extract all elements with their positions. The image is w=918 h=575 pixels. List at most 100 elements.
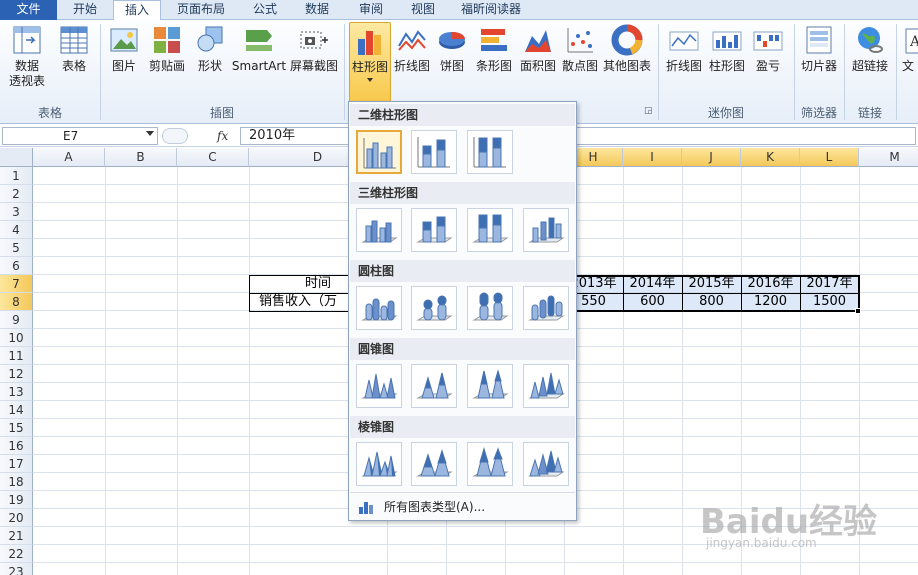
watermark-url: jingyan.baidu.com	[706, 536, 817, 550]
cell-k7[interactable]: 2016年	[741, 275, 800, 293]
scatter-chart-button[interactable]: 散点图	[560, 24, 600, 74]
tab-data[interactable]: 数据	[289, 0, 345, 20]
grid-line	[623, 167, 624, 575]
tab-insert[interactable]: 插入	[113, 0, 161, 21]
column-header-m[interactable]: M	[859, 148, 918, 167]
tab-home[interactable]: 开始	[57, 0, 113, 20]
select-all-corner[interactable]	[0, 148, 33, 167]
bar-chart-button[interactable]: 条形图	[474, 24, 514, 74]
column-header-b[interactable]: B	[105, 148, 177, 167]
column-header-a[interactable]: A	[33, 148, 105, 167]
pivot-table-button[interactable]: 数据 透视表	[4, 24, 50, 89]
row-header-7[interactable]: 7	[0, 275, 33, 293]
row-header-19[interactable]: 19	[0, 491, 33, 509]
column-header-i[interactable]: I	[623, 148, 682, 167]
cell-i8[interactable]: 600	[623, 293, 682, 311]
tab-formulas[interactable]: 公式	[241, 0, 289, 20]
chart-3d-cone[interactable]	[523, 364, 569, 408]
picture-button[interactable]: 图片	[104, 24, 144, 74]
sparkline-column-button[interactable]: 柱形图	[706, 24, 748, 74]
chart-clustered-cylinder[interactable]	[356, 286, 402, 330]
sparkline-winloss-button[interactable]: 盈亏	[750, 24, 786, 74]
chart-3d-stacked-column[interactable]	[411, 208, 457, 252]
cell-l8[interactable]: 1500	[800, 293, 859, 311]
smartart-button[interactable]: SmartArt	[231, 24, 287, 74]
row-header-20[interactable]: 20	[0, 509, 33, 527]
shapes-button[interactable]: 形状	[190, 24, 230, 74]
cell-j7[interactable]: 2015年	[682, 275, 741, 293]
chart-3d-pyramid[interactable]	[523, 442, 569, 486]
chart-stacked-pyramid[interactable]	[411, 442, 457, 486]
tab-foxit-reader[interactable]: 福昕阅读器	[449, 0, 533, 20]
sparkline-line-button[interactable]: 折线图	[662, 24, 706, 74]
hyperlink-button[interactable]: 超链接	[848, 24, 892, 74]
row-header-1[interactable]: 1	[0, 167, 33, 185]
formula-input[interactable]: 2010年	[240, 127, 916, 145]
chart-clustered-cone[interactable]	[356, 364, 402, 408]
cell-l7[interactable]: 2017年	[800, 275, 859, 293]
column-header-k[interactable]: K	[741, 148, 800, 167]
line-chart-button[interactable]: 折线图	[392, 24, 432, 74]
clustered-column-icon	[363, 138, 396, 169]
row-header-5[interactable]: 5	[0, 239, 33, 257]
all-chart-types-link[interactable]: 所有图表类型(A)...	[350, 492, 575, 520]
row-header-18[interactable]: 18	[0, 473, 33, 491]
column-header-c[interactable]: C	[177, 148, 249, 167]
row-header-8[interactable]: 8	[0, 293, 33, 311]
cell-k8[interactable]: 1200	[741, 293, 800, 311]
chart-stacked-cylinder[interactable]	[411, 286, 457, 330]
row-header-6[interactable]: 6	[0, 257, 33, 275]
chart-3d-clustered-column[interactable]	[356, 208, 402, 252]
tab-file[interactable]: 文件	[0, 0, 57, 20]
column-header-j[interactable]: J	[682, 148, 741, 167]
name-box[interactable]: E7	[2, 127, 158, 145]
chart-3d-100-stacked-column[interactable]	[467, 208, 513, 252]
row-header-12[interactable]: 12	[0, 365, 33, 383]
clipart-button[interactable]: 剪贴画	[146, 24, 188, 74]
group-divider	[896, 24, 897, 120]
name-box-chevron-icon[interactable]	[146, 131, 154, 136]
column-header-l[interactable]: L	[800, 148, 859, 167]
chart-3d-column[interactable]	[523, 208, 569, 252]
chart-3d-cylinder[interactable]	[523, 286, 569, 330]
pie-chart-label: 饼图	[439, 59, 464, 73]
dialog-launcher-icon[interactable]: ◲	[644, 106, 653, 116]
row-header-21[interactable]: 21	[0, 527, 33, 545]
row-header-3[interactable]: 3	[0, 203, 33, 221]
pie-chart-button[interactable]: 饼图	[434, 24, 470, 74]
row-header-23[interactable]: 23	[0, 563, 33, 575]
insert-function-icon[interactable]: fx	[217, 129, 228, 143]
other-charts-button[interactable]: 其他图表	[601, 24, 653, 74]
area-chart-button[interactable]: 面积图	[517, 24, 559, 74]
screenshot-button[interactable]: 屏幕截图	[288, 24, 340, 74]
cell-j8[interactable]: 800	[682, 293, 741, 311]
row-header-15[interactable]: 15	[0, 419, 33, 437]
tab-view[interactable]: 视图	[397, 0, 449, 20]
chart-100-stacked-cylinder[interactable]	[467, 286, 513, 330]
chart-2d-100-stacked-column[interactable]	[467, 130, 513, 174]
row-header-10[interactable]: 10	[0, 329, 33, 347]
tab-page-layout[interactable]: 页面布局	[161, 0, 241, 20]
formula-bar-toggle[interactable]	[162, 128, 188, 144]
table-button[interactable]: 表格	[52, 24, 96, 74]
chart-100-stacked-pyramid[interactable]	[467, 442, 513, 486]
chart-clustered-pyramid[interactable]	[356, 442, 402, 486]
chart-100-stacked-cone[interactable]	[467, 364, 513, 408]
chart-stacked-cone[interactable]	[411, 364, 457, 408]
cell-i7[interactable]: 2014年	[623, 275, 682, 293]
chart-2d-stacked-column[interactable]	[411, 130, 457, 174]
row-header-11[interactable]: 11	[0, 347, 33, 365]
row-header-22[interactable]: 22	[0, 545, 33, 563]
row-header-14[interactable]: 14	[0, 401, 33, 419]
row-header-4[interactable]: 4	[0, 221, 33, 239]
row-header-16[interactable]: 16	[0, 437, 33, 455]
row-header-13[interactable]: 13	[0, 383, 33, 401]
row-header-9[interactable]: 9	[0, 311, 33, 329]
row-header-17[interactable]: 17	[0, 455, 33, 473]
tab-review[interactable]: 审阅	[345, 0, 397, 20]
slicer-button[interactable]: 切片器	[798, 24, 840, 74]
row-header-2[interactable]: 2	[0, 185, 33, 203]
chart-2d-clustered-column[interactable]	[356, 130, 402, 174]
column-chart-button[interactable]: 柱形图	[349, 22, 391, 102]
text-button[interactable]: A 文	[898, 24, 918, 74]
